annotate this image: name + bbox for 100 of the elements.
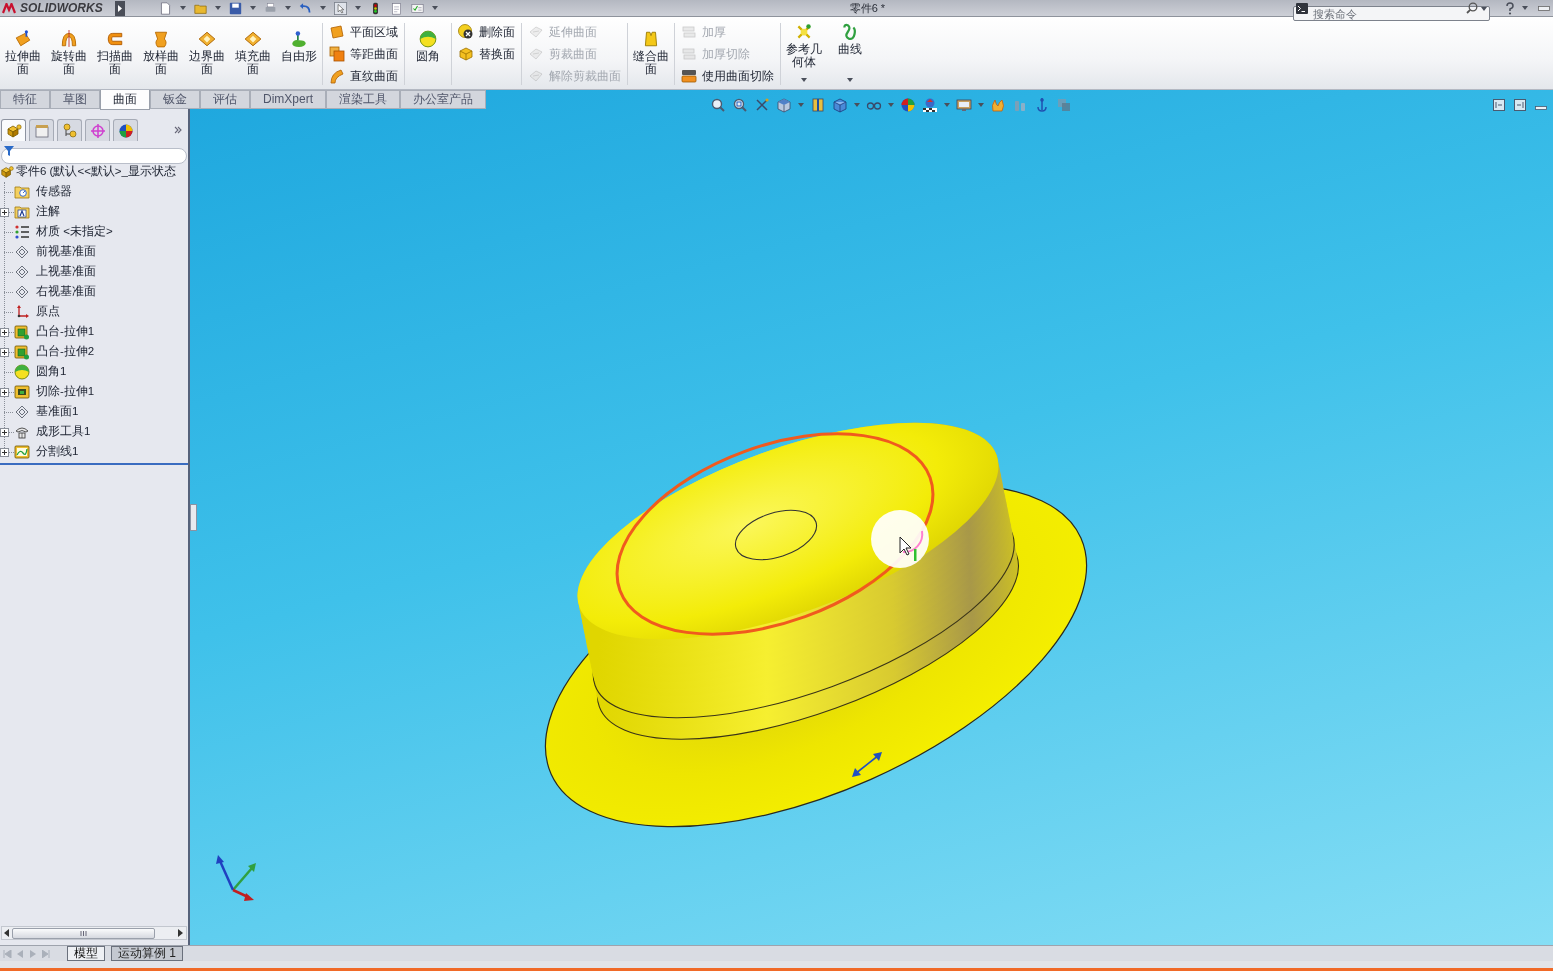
double-chevron-icon[interactable]	[174, 126, 182, 134]
caret-icon[interactable]	[847, 78, 853, 82]
help-icon[interactable]	[1504, 1, 1516, 15]
ribbon-item[interactable]: 直纹曲面	[327, 65, 400, 87]
search-field[interactable]: 搜索命令	[1293, 6, 1490, 21]
panel-tab[interactable]	[1, 119, 26, 141]
tree-item[interactable]: 材质 <未指定>	[36, 223, 113, 241]
ribbon-button[interactable]: 旋转曲面	[46, 17, 92, 89]
pointer-icon[interactable]	[333, 1, 347, 15]
ribbon-item[interactable]: 使用曲面切除	[679, 65, 776, 87]
caret-icon[interactable]	[319, 6, 326, 10]
ribbon-button[interactable]: 拉伸曲面	[0, 17, 46, 89]
tree-item[interactable]: 注解	[36, 203, 60, 221]
ribbon-item[interactable]: 平面区域	[327, 21, 400, 43]
scene-icon[interactable]	[922, 97, 938, 113]
tab[interactable]: 特征	[0, 90, 50, 109]
tree-item[interactable]: 前视基准面	[36, 243, 96, 261]
tree-item[interactable]: 传感器	[36, 183, 72, 201]
tab[interactable]: 办公室产品	[400, 90, 486, 109]
crossed-lines-icon[interactable]	[754, 97, 770, 113]
tree-item[interactable]: 切除-拉伸1	[36, 383, 95, 401]
clipboard-icon[interactable]	[389, 1, 403, 15]
ribbon-button[interactable]: 缝合曲面	[628, 17, 674, 89]
tree-item[interactable]: 凸台-拉伸1	[36, 323, 95, 341]
tree-item[interactable]: 右视基准面	[36, 283, 96, 301]
caret-icon[interactable]	[798, 103, 804, 107]
ribbon-item[interactable]: 替换面	[456, 43, 517, 65]
panel-tab[interactable]	[113, 119, 138, 141]
caret-icon[interactable]	[1481, 6, 1487, 11]
monitor-icon[interactable]	[956, 97, 972, 113]
box-icon	[458, 46, 474, 62]
tab[interactable]: 曲面	[100, 90, 150, 110]
ribbon-button[interactable]: 扫描曲面	[92, 17, 138, 89]
split-panel-icon[interactable]	[810, 97, 826, 113]
checklist-icon[interactable]	[410, 1, 424, 15]
caret-icon[interactable]	[284, 6, 291, 10]
search-icon[interactable]	[1466, 1, 1478, 14]
filter-field[interactable]	[1, 148, 187, 164]
tab[interactable]: 草图	[50, 90, 100, 109]
ribbon-button[interactable]: 参考几何体	[781, 17, 827, 89]
tree-item[interactable]: 零件6 (默认<<默认>_显示状态	[16, 163, 176, 181]
undo-arrow-icon[interactable]	[298, 1, 312, 15]
tab[interactable]: 运动算例 1	[111, 946, 183, 961]
page-icon[interactable]	[158, 1, 172, 15]
tab[interactable]: DimXpert	[250, 90, 326, 109]
ribbon-button[interactable]: 放样曲面	[138, 17, 184, 89]
expand-icon[interactable]	[0, 207, 14, 217]
panel-tab[interactable]	[57, 119, 82, 141]
caret-left-icon[interactable]	[4, 929, 9, 937]
magnifier-icon[interactable]	[732, 97, 748, 113]
expand-icon[interactable]	[0, 347, 14, 357]
tree-item[interactable]: 原点	[36, 303, 60, 321]
caret-icon[interactable]	[179, 6, 186, 10]
window-tile-icon[interactable]	[1514, 99, 1526, 111]
panel-tab[interactable]	[85, 119, 110, 141]
printer-icon[interactable]	[263, 1, 277, 15]
expand-icon[interactable]	[0, 387, 14, 397]
caret-icon[interactable]	[944, 103, 950, 107]
scrollbar-track[interactable]	[1, 926, 187, 940]
magnifier-icon[interactable]	[710, 97, 726, 113]
expand-icon[interactable]	[0, 427, 14, 437]
tab[interactable]: 评估	[200, 90, 250, 109]
caret-icon[interactable]	[354, 6, 361, 10]
tree-item[interactable]: 上视基准面	[36, 263, 96, 281]
ribbon-item[interactable]: 等距曲面	[327, 43, 400, 65]
tree-item[interactable]: 成形工具1	[36, 423, 91, 441]
expand-icon[interactable]	[0, 327, 14, 337]
tab[interactable]: 钣金	[150, 90, 200, 109]
section-cube-icon[interactable]	[776, 97, 792, 113]
cube-icon[interactable]	[832, 97, 848, 113]
anchor-icon[interactable]	[1034, 97, 1050, 113]
caret-icon[interactable]	[1522, 6, 1528, 10]
caret-icon[interactable]	[888, 103, 894, 107]
caret-icon[interactable]	[978, 103, 984, 107]
ribbon-button[interactable]: 填充曲面	[230, 17, 276, 89]
ribbon-button[interactable]: 圆角	[405, 17, 451, 89]
tab[interactable]: 渲染工具	[326, 90, 400, 109]
panel-collapse-handle[interactable]	[190, 504, 197, 531]
caret-right-icon[interactable]	[178, 929, 183, 937]
ribbon-button[interactable]: 曲线	[827, 17, 873, 89]
minimize-icon[interactable]	[1535, 106, 1547, 110]
expand-icon[interactable]	[0, 447, 14, 457]
caret-icon[interactable]	[214, 6, 221, 10]
caret-icon[interactable]	[249, 6, 256, 10]
ribbon-item[interactable]: 删除面	[456, 21, 517, 43]
tree-item[interactable]: 基准面1	[36, 403, 79, 421]
tree-item[interactable]: 圆角1	[36, 363, 67, 381]
window-tile-icon[interactable]	[1493, 99, 1505, 111]
minimize-icon[interactable]	[1538, 5, 1550, 11]
tree-item[interactable]: 分割线1	[36, 443, 79, 461]
color-ball-icon[interactable]	[900, 97, 916, 113]
plane-icon	[14, 404, 30, 420]
tree-item[interactable]: 凸台-拉伸2	[36, 343, 95, 361]
scrollbar-thumb[interactable]	[12, 927, 155, 939]
tab[interactable]: 模型	[67, 946, 105, 961]
ribbon-button[interactable]: 自由形	[276, 17, 322, 89]
ribbon-button[interactable]: 边界曲面	[184, 17, 230, 89]
caret-icon[interactable]	[854, 103, 860, 107]
caret-icon[interactable]	[431, 6, 438, 10]
caret-icon[interactable]	[801, 78, 807, 82]
